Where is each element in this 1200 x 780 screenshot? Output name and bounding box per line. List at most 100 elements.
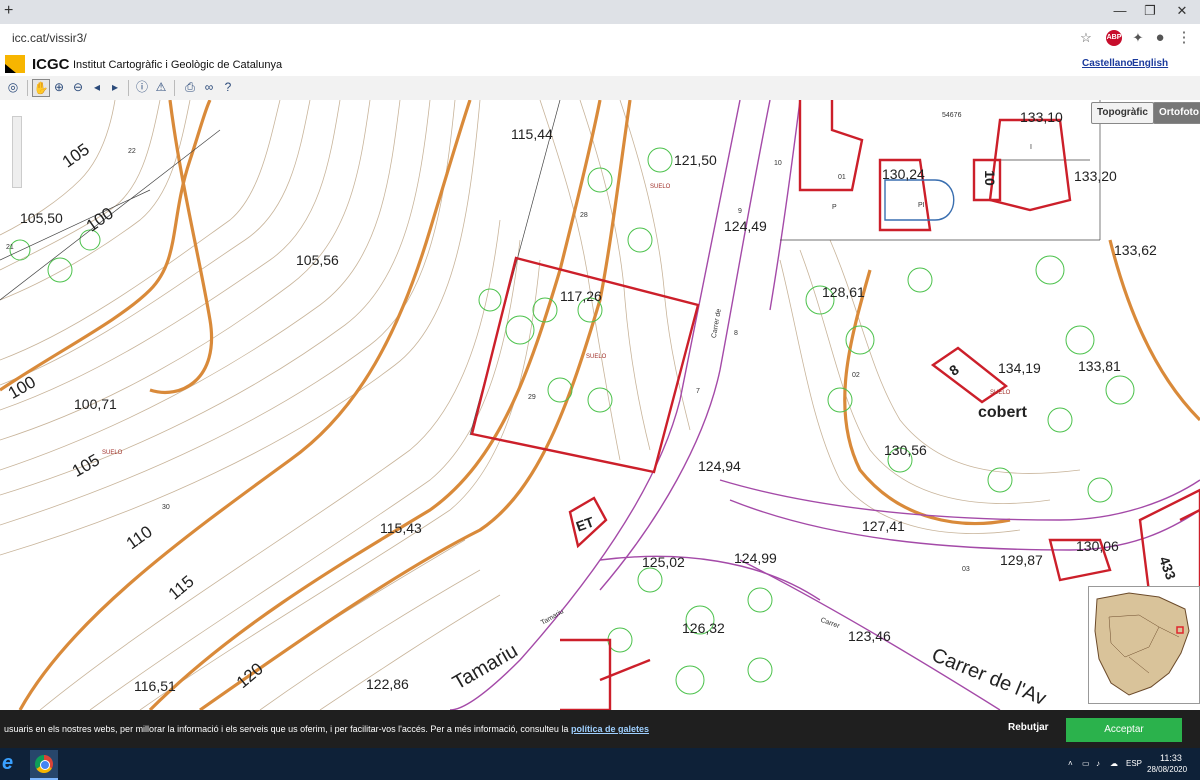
parcel-number: I [1030,144,1032,151]
close-window-button[interactable]: ✕ [1168,3,1196,19]
app-header: ICGC Institut Cartogràfic i Geològic de … [0,52,1200,76]
parcel-number: 28 [580,212,588,219]
full-extent-icon[interactable]: ◎ [5,79,21,95]
layer-ortofoto-button[interactable]: Ortofoto [1153,102,1200,124]
volume-icon[interactable]: ♪ [1096,759,1100,768]
elevation-label: 130,24 [882,166,925,182]
cookie-text: usuaris en els nostres webs, per millora… [4,724,569,734]
elevation-label: 127,41 [862,518,905,534]
elevation-label: 115,43 [380,520,422,536]
cookie-policy-link[interactable]: política de galetes [571,724,649,734]
elevation-label: 133,81 [1078,358,1121,374]
parcel-number: PI [918,202,925,209]
parcel-number: 10 [774,160,782,167]
elevation-label: 117,26 [560,288,602,304]
toolbar-separator [128,80,129,96]
network-icon[interactable]: ▭ [1082,759,1090,768]
browser-menu-icon[interactable]: ⋮ [1176,30,1192,46]
elevation-label: 125,02 [642,554,685,570]
elevation-label: 133,20 [1074,168,1117,184]
cookie-message: usuaris en els nostres webs, per millora… [4,724,649,734]
new-tab-button[interactable]: + [4,2,13,20]
land-use-label: SUELO [586,354,607,360]
tray-chevron-icon[interactable]: ˄ [1068,759,1073,768]
zoom-slider[interactable] [12,116,22,188]
clock-time[interactable]: 11:33 [1160,753,1182,763]
next-view-icon[interactable]: ▸ [107,79,123,95]
elevation-label: 128,61 [822,284,865,300]
input-language[interactable]: ESP [1126,759,1142,768]
map-toolbar: ◎ ✋ ⊕ ⊖ ◂ ▸ ⓘ ⚠ ⎙ ∞ ? [0,76,1200,101]
parcel-number: 01 [838,174,846,181]
profile-avatar-icon[interactable]: ● [1152,30,1168,46]
accept-cookies-button[interactable]: Acceptar [1066,718,1182,742]
land-use-label: SUELO [102,450,123,456]
parcel-number: 02 [852,372,860,379]
land-use-label: SUELO [990,390,1011,396]
elevation-label: 116,51 [134,678,176,694]
restore-button[interactable]: ❐ [1136,3,1164,19]
brand-name: ICGC [32,56,70,73]
icgc-logo [5,55,25,73]
minimize-button[interactable]: — [1106,3,1134,18]
cookie-banner: usuaris en els nostres webs, per millora… [0,710,1200,748]
land-use-label: SUELO [650,184,671,190]
reject-cookies-button[interactable]: Rebutjar [1008,722,1049,733]
parcel-number: 22 [128,148,136,155]
elevation-label: 100,71 [74,396,117,412]
elevation-label: 124,49 [724,218,767,234]
extensions-puzzle-icon[interactable]: ✦ [1130,30,1146,46]
elevation-label: 126,32 [682,620,725,636]
elevation-label: 105,50 [20,210,63,226]
elevation-label: 130,56 [884,442,927,458]
elevation-label: 124,99 [734,550,777,566]
chrome-app-icon[interactable] [30,750,58,780]
building-number: 10 [981,170,998,186]
parcel-number: P [832,204,837,211]
bookmark-star-icon[interactable]: ☆ [1078,30,1094,46]
parcel-number: 21 [6,244,14,251]
zoom-in-icon[interactable]: ⊕ [51,79,67,95]
pool-outline [884,179,955,221]
parcel-number: 30 [162,504,170,511]
parcel-number: 8 [734,330,738,337]
link-icon[interactable]: ∞ [201,79,217,95]
parcel-number: 29 [528,394,536,401]
adblock-icon[interactable]: ABP [1106,30,1122,46]
org-name: Institut Cartogràfic i Geològic de Catal… [73,59,283,71]
elevation-label: 129,87 [1000,552,1043,568]
map-canvas[interactable]: 115,44 121,50 133,10 130,24 133,20 124,4… [0,100,1200,710]
building-label-cobert: cobert [978,404,1027,421]
elevation-label: 124,94 [698,458,741,474]
previous-view-icon[interactable]: ◂ [89,79,105,95]
catalonia-outline [1094,592,1190,696]
minor-contours [0,100,1081,710]
overview-minimap[interactable] [1088,586,1200,704]
url-field[interactable]: icc.cat/vissir3/ [12,31,87,45]
elevation-label: 123,46 [848,628,891,644]
elevation-label: 105,56 [296,252,339,268]
elevation-label: 121,50 [674,152,717,168]
browser-titlebar: + — ❐ ✕ [0,0,1200,24]
zoom-out-icon[interactable]: ⊖ [70,79,86,95]
info-icon[interactable]: ⓘ [134,79,150,95]
lang-english-link[interactable]: English [1132,58,1168,69]
warning-icon[interactable]: ⚠ [153,79,169,95]
elevation-label: 133,10 [1020,109,1063,125]
elevation-label: 130,06 [1076,538,1119,554]
clock-date[interactable]: 28/08/2020 [1147,765,1187,774]
address-bar: icc.cat/vissir3/ ☆ ABP ✦ ● ⋮ [0,24,1200,53]
layer-topografic-button[interactable]: Topogràfic [1091,102,1154,124]
elevation-label: 133,62 [1114,242,1157,258]
pan-hand-icon[interactable]: ✋ [32,79,50,97]
ie-app-icon[interactable]: e [2,752,13,775]
vegetation [9,147,1135,695]
print-icon[interactable]: ⎙ [182,79,198,95]
parcel-number: 7 [696,388,700,395]
elevation-label: 134,19 [998,360,1041,376]
help-icon[interactable]: ? [220,79,236,95]
cloud-icon[interactable]: ☁ [1110,759,1118,768]
lang-castellano-link[interactable]: Castellano [1082,58,1133,69]
toolbar-separator [27,80,28,96]
parcel-number: 03 [962,566,970,573]
